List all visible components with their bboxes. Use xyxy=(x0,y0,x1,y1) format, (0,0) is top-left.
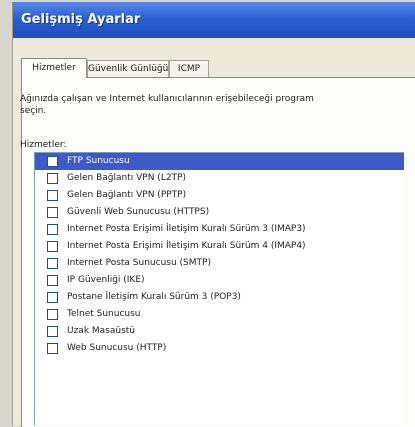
service-item-label: FTP Sunucusu xyxy=(67,156,130,166)
service-item-https[interactable]: Güvenli Web Sunucusu (HTTPS) xyxy=(35,204,404,221)
service-item-remote-desktop[interactable]: Uzak Masaüstü xyxy=(35,323,404,340)
title-bar[interactable]: Gelişmiş Ayarlar xyxy=(13,2,415,38)
tab-services[interactable]: Hizmetler xyxy=(21,58,87,78)
tab-security-log[interactable]: Güvenlik Günlüğü xyxy=(87,60,169,77)
service-checkbox[interactable] xyxy=(47,258,58,269)
service-item-label: Uzak Masaüstü xyxy=(67,326,136,336)
service-item-label: Internet Posta Erişimi İletişim Kuralı S… xyxy=(67,241,306,251)
tab-icmp[interactable]: ICMP xyxy=(169,60,209,77)
window-title: Gelişmiş Ayarlar xyxy=(21,12,141,27)
service-checkbox[interactable] xyxy=(47,343,58,354)
service-item-vpn-pptp[interactable]: Gelen Bağlantı VPN (PPTP) xyxy=(35,187,404,204)
service-checkbox[interactable] xyxy=(47,173,58,184)
service-item-label: Postane İletişim Kuralı Sürüm 3 (POP3) xyxy=(67,292,241,302)
description-line-2: seçin. xyxy=(20,106,47,116)
service-item-pop3[interactable]: Postane İletişim Kuralı Sürüm 3 (POP3) xyxy=(35,289,404,306)
service-checkbox[interactable] xyxy=(47,241,58,252)
service-item-label: Gelen Bağlantı VPN (PPTP) xyxy=(67,190,187,200)
service-item-http[interactable]: Web Sunucusu (HTTP) xyxy=(35,340,404,357)
service-item-imap3[interactable]: Internet Posta Erişimi İletişim Kuralı S… xyxy=(35,221,404,238)
service-checkbox[interactable] xyxy=(47,309,58,320)
service-checkbox[interactable] xyxy=(47,156,58,167)
service-item-label: Internet Posta Sunucusu (SMTP) xyxy=(67,258,211,268)
services-listbox[interactable]: FTP Sunucusu Gelen Bağlantı VPN (L2TP) G… xyxy=(34,152,404,425)
service-checkbox[interactable] xyxy=(47,207,58,218)
service-checkbox[interactable] xyxy=(47,224,58,235)
service-item-label: Gelen Bağlantı VPN (L2TP) xyxy=(67,173,186,183)
service-item-ftp[interactable]: FTP Sunucusu xyxy=(35,153,404,170)
tab-strip: Hizmetler Güvenlik Günlüğü ICMP xyxy=(21,58,415,78)
service-item-label: Web Sunucusu (HTTP) xyxy=(67,343,167,353)
description-line-1: Ağınızda çalışan ve Internet kullanıcıla… xyxy=(20,94,314,104)
service-item-label: Telnet Sunucusu xyxy=(67,309,141,319)
service-item-smtp[interactable]: Internet Posta Sunucusu (SMTP) xyxy=(35,255,404,272)
service-item-imap4[interactable]: Internet Posta Erişimi İletişim Kuralı S… xyxy=(35,238,404,255)
service-checkbox[interactable] xyxy=(47,326,58,337)
service-item-telnet[interactable]: Telnet Sunucusu xyxy=(35,306,404,323)
services-heading: Hizmetler: xyxy=(20,140,67,150)
description-text: Ağınızda çalışan ve Internet kullanıcıla… xyxy=(20,93,403,117)
service-item-label: Internet Posta Erişimi İletişim Kuralı S… xyxy=(67,224,306,234)
service-checkbox[interactable] xyxy=(47,292,58,303)
service-item-label: Güvenli Web Sunucusu (HTTPS) xyxy=(67,207,210,217)
service-item-ike[interactable]: IP Güvenliği (IKE) xyxy=(35,272,404,289)
service-item-vpn-l2tp[interactable]: Gelen Bağlantı VPN (L2TP) xyxy=(35,170,404,187)
service-checkbox[interactable] xyxy=(47,275,58,286)
service-checkbox[interactable] xyxy=(47,190,58,201)
service-item-label: IP Güvenliği (IKE) xyxy=(67,275,145,285)
